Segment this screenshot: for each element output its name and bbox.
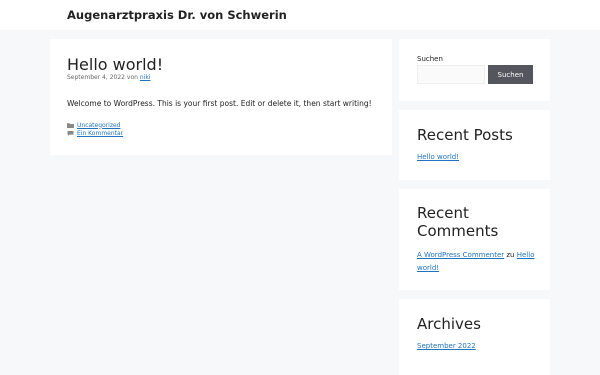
post-categories: Uncategorized [67, 121, 120, 129]
search-label: Suchen [417, 55, 443, 63]
site-title-link[interactable]: Augenarztpraxis Dr. von Schwerin [67, 8, 287, 22]
post-date[interactable]: September 4, 2022 [67, 74, 125, 81]
search-widget: Suchen Suchen [399, 39, 550, 101]
post-card: Hello world! September 4, 2022 von niki … [50, 39, 392, 155]
recent-comment-item: A WordPress Commenter zu Hello world! [417, 249, 542, 274]
post-title[interactable]: Hello world! [67, 55, 163, 74]
comment-author-link[interactable]: A WordPress Commenter [417, 251, 504, 259]
archives-widget: Archives September 2022 [399, 299, 550, 375]
archive-link-september-2022[interactable]: September 2022 [417, 342, 476, 350]
comment-connector: zu [506, 251, 515, 259]
recent-comments-widget: Recent Comments A WordPress Commenter zu… [399, 189, 550, 290]
folder-icon [67, 122, 74, 129]
post-meta: September 4, 2022 von niki [67, 74, 150, 81]
archives-title: Archives [417, 315, 481, 333]
post-comments: Ein Kommentar [67, 129, 123, 137]
recent-post-link[interactable]: Hello world! [417, 153, 459, 161]
category-link-uncategorized[interactable]: Uncategorized [77, 122, 120, 129]
search-button[interactable]: Suchen [488, 65, 533, 84]
site-header: Augenarztpraxis Dr. von Schwerin [0, 0, 600, 30]
comment-count-link[interactable]: Ein Kommentar [77, 130, 123, 137]
recent-posts-widget: Recent Posts Hello world! [399, 110, 550, 180]
recent-posts-title: Recent Posts [417, 126, 513, 144]
search-input[interactable] [417, 65, 485, 84]
post-by-label: von [126, 74, 138, 81]
recent-comments-title: Recent Comments [417, 204, 499, 240]
post-content: Welcome to WordPress. This is your first… [67, 99, 372, 108]
comment-icon [67, 130, 74, 137]
post-author-link[interactable]: niki [140, 74, 151, 81]
